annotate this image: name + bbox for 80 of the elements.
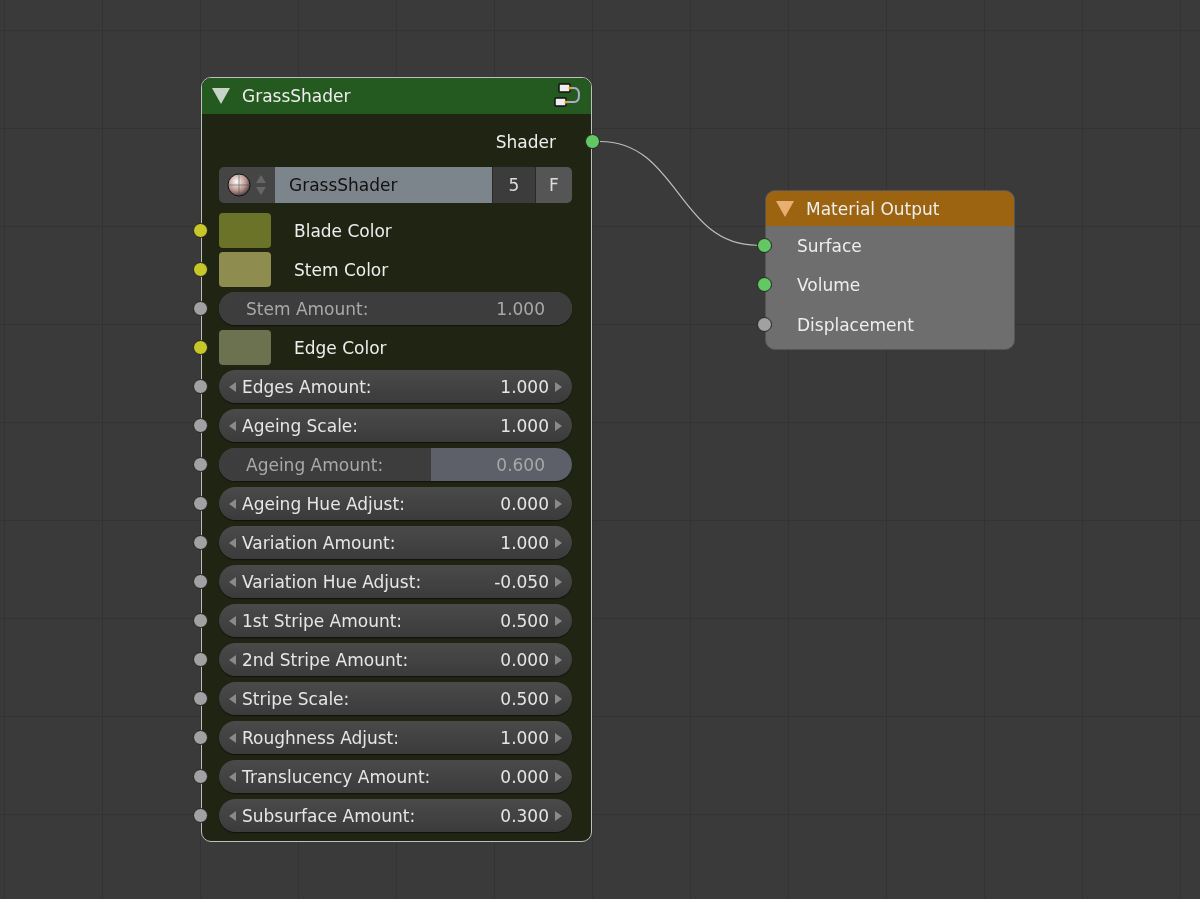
decrement-arrow-icon — [229, 732, 236, 743]
number-field[interactable]: Stripe Scale: 0.500 — [219, 682, 572, 715]
input-socket[interactable] — [193, 534, 208, 550]
number-field[interactable]: Variation Amount: 1.000 — [219, 526, 572, 559]
input-socket[interactable] — [757, 277, 772, 293]
number-field[interactable]: 2nd Stripe Amount: 0.000 — [219, 643, 572, 676]
slider-label: Stem Amount: — [246, 298, 370, 319]
output-label: Shader — [495, 132, 556, 152]
color-swatch[interactable] — [219, 330, 271, 365]
increment-arrow-icon — [555, 693, 562, 704]
slider-value: 1.000 — [496, 298, 545, 319]
color-swatch[interactable] — [219, 213, 271, 248]
increment-arrow-icon — [555, 576, 562, 587]
decrement-arrow-icon — [229, 771, 236, 782]
decrement-arrow-icon — [229, 420, 236, 431]
input-socket[interactable] — [193, 417, 208, 433]
input-label: Surface — [797, 235, 862, 256]
input-socket[interactable] — [193, 729, 208, 745]
number-field[interactable]: 1st Stripe Amount: 0.500 — [219, 604, 572, 637]
input-socket[interactable] — [193, 261, 208, 277]
datablock-browse-button[interactable] — [219, 167, 275, 203]
number-field[interactable]: Ageing Scale: 1.000 — [219, 409, 572, 442]
decrement-arrow-icon — [229, 810, 236, 821]
node-group-icon — [553, 82, 581, 110]
input-socket[interactable] — [193, 612, 208, 628]
decrement-arrow-icon — [229, 537, 236, 548]
input-socket[interactable] — [193, 573, 208, 589]
node-title: Material Output — [806, 198, 941, 219]
input-socket[interactable] — [757, 316, 772, 332]
input-label: Edge Color — [294, 337, 387, 358]
input-label: Stem Color — [294, 259, 389, 280]
decrement-arrow-icon — [229, 693, 236, 704]
node-title: GrassShader — [242, 86, 352, 106]
input-socket[interactable] — [757, 237, 772, 253]
input-socket[interactable] — [193, 300, 208, 316]
increment-arrow-icon — [555, 498, 562, 509]
decrement-arrow-icon — [229, 381, 236, 392]
input-label: Volume — [797, 275, 861, 296]
input-socket[interactable] — [193, 651, 208, 667]
decrement-arrow-icon — [229, 498, 236, 509]
input-socket[interactable] — [193, 222, 208, 238]
input-socket[interactable] — [193, 690, 208, 706]
increment-arrow-icon — [555, 810, 562, 821]
input-socket[interactable] — [193, 339, 208, 355]
input-socket[interactable] — [193, 807, 208, 823]
user-count-button[interactable]: 5 — [492, 167, 535, 203]
collapse-triangle-icon — [212, 88, 230, 104]
decrement-arrow-icon — [229, 615, 236, 626]
input-socket[interactable] — [193, 768, 208, 784]
decrement-arrow-icon — [229, 576, 236, 587]
input-label: Displacement — [797, 314, 914, 335]
fake-user-button[interactable]: F — [535, 167, 572, 203]
number-field[interactable]: Ageing Hue Adjust: 0.000 — [219, 487, 572, 520]
number-field[interactable]: Edges Amount: 1.000 — [219, 370, 572, 403]
increment-arrow-icon — [555, 537, 562, 548]
increment-arrow-icon — [555, 615, 562, 626]
increment-arrow-icon — [555, 771, 562, 782]
increment-arrow-icon — [555, 654, 562, 665]
output-socket[interactable] — [585, 134, 600, 149]
material-sphere-icon — [227, 173, 251, 197]
slider-value: 0.600 — [496, 454, 545, 475]
increment-arrow-icon — [555, 381, 562, 392]
number-field[interactable]: Roughness Adjust: 1.000 — [219, 721, 572, 754]
slider-field[interactable]: Ageing Amount: 0.600 — [219, 448, 572, 481]
color-swatch[interactable] — [219, 252, 271, 287]
slider-field[interactable]: Stem Amount: 1.000 — [219, 292, 572, 325]
number-field[interactable]: Variation Hue Adjust: -0.050 — [219, 565, 572, 598]
up-down-arrows-icon — [255, 173, 267, 197]
collapse-triangle-icon — [776, 200, 794, 217]
number-field[interactable]: Translucency Amount: 0.000 — [219, 760, 572, 793]
input-socket[interactable] — [193, 456, 208, 472]
datablock-name-field[interactable]: GrassShader — [275, 167, 492, 203]
input-socket[interactable] — [193, 495, 208, 511]
increment-arrow-icon — [555, 420, 562, 431]
slider-label: Ageing Amount: — [246, 454, 385, 475]
increment-arrow-icon — [555, 732, 562, 743]
number-field[interactable]: Subsurface Amount: 0.300 — [219, 799, 572, 832]
input-socket[interactable] — [193, 378, 208, 394]
decrement-arrow-icon — [229, 654, 236, 665]
input-label: Blade Color — [294, 220, 392, 241]
